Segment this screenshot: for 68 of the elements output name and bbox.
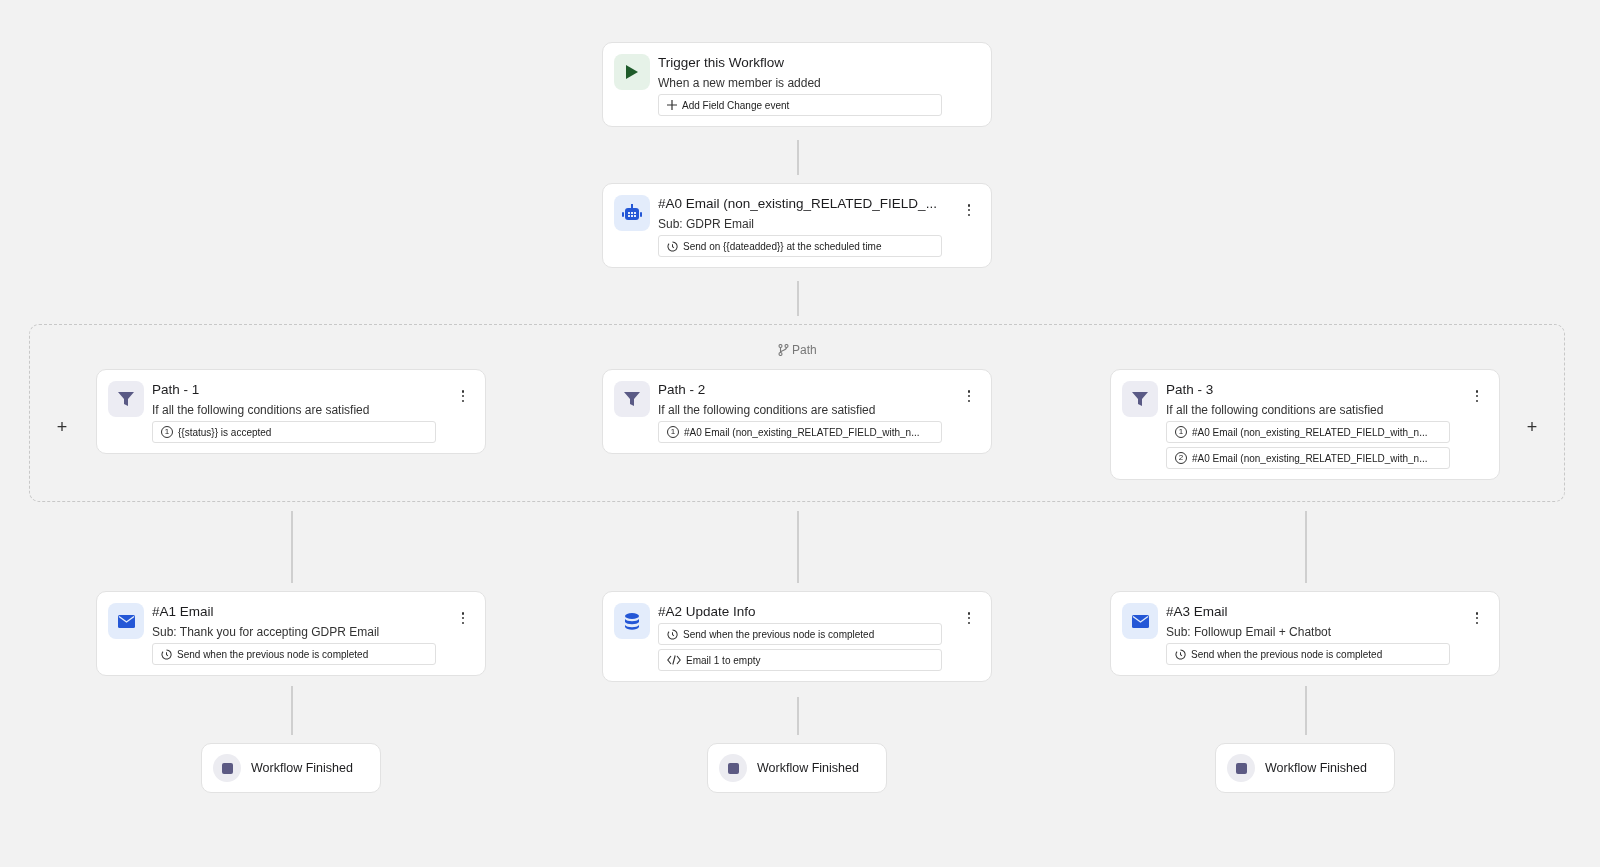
node-title: Path - 3 — [1166, 382, 1214, 397]
play-icon — [625, 64, 639, 80]
node-detail-chip[interactable]: Send on {{dateadded}} at the scheduled time — [658, 235, 942, 257]
workflow-node-card[interactable]: Trigger this Workflow When a new member is added Add Field Change event — [602, 42, 992, 127]
connector-line — [797, 140, 799, 175]
database-icon — [625, 612, 639, 630]
end-label: Workflow Finished — [251, 761, 353, 775]
workflow-node-card[interactable]: Path - 2 If all the following conditions are satisfied 1 #A0 Email (non_existing_RELATED_FIELD_with_n... — [602, 369, 992, 454]
stop-icon — [719, 754, 747, 782]
filter-icon — [118, 391, 134, 407]
timer-icon — [667, 240, 678, 252]
connector-line — [1305, 511, 1307, 583]
filter-icon — [1132, 391, 1148, 407]
node-detail-chip[interactable]: Add Field Change event — [658, 94, 942, 116]
path-label: Path — [792, 343, 817, 357]
node-subtitle: Sub: GDPR Email — [658, 217, 755, 231]
filter-icon — [624, 391, 640, 407]
node-title: #A3 Email — [1166, 604, 1228, 619]
node-detail-chip[interactable]: Send when the previous node is completed — [152, 643, 436, 665]
node-subtitle: When a new member is added — [658, 76, 821, 90]
workflow-node-card[interactable]: Path - 1 If all the following conditions are satisfied 1 {{status}} is accepted — [96, 369, 486, 454]
node-detail-chip[interactable]: Send when the previous node is completed — [1166, 643, 1450, 665]
code-icon — [667, 655, 681, 665]
robot-icon — [622, 204, 642, 222]
plus-icon — [667, 100, 677, 110]
end-label: Workflow Finished — [1265, 761, 1367, 775]
workflow-finished-node[interactable]: Workflow Finished — [201, 743, 381, 793]
node-title: #A2 Update Info — [658, 604, 756, 619]
mail-icon — [1131, 614, 1149, 628]
workflow-node-card[interactable]: #A3 Email Sub: Followup Email + Chatbot Send when the previous node is completed — [1110, 591, 1500, 676]
workflow-node-card[interactable]: #A1 Email Sub: Thank you for accepting GDPR Email Send when the previous node is completed — [96, 591, 486, 676]
node-subtitle: Sub: Followup Email + Chatbot — [1166, 625, 1332, 639]
node-subtitle: Sub: Thank you for accepting GDPR Email — [152, 625, 380, 639]
node-title: Trigger this Workflow — [658, 55, 785, 70]
workflow-finished-node[interactable]: Workflow Finished — [1215, 743, 1395, 793]
node-detail-chip[interactable]: 1 {{status}} is accepted — [152, 421, 436, 443]
connector-line — [291, 511, 293, 583]
end-label: Workflow Finished — [757, 761, 859, 775]
node-subtitle: If all the following conditions are satisfied — [152, 403, 370, 417]
workflow-node-card[interactable]: #A2 Update Info Send when the previous node is completed Email 1 to empty — [602, 591, 992, 682]
node-detail-chip[interactable]: 1 #A0 Email (non_existing_RELATED_FIELD_with_n... — [658, 421, 942, 443]
node-title: Path - 2 — [658, 382, 706, 397]
stop-icon — [213, 754, 241, 782]
mail-icon — [117, 614, 135, 628]
node-detail-chip[interactable]: Email 1 to empty — [658, 649, 942, 671]
timer-icon — [667, 628, 678, 640]
connector-line — [291, 686, 293, 735]
add-path-button[interactable]: + — [1522, 415, 1542, 439]
workflow-node-card[interactable]: #A0 Email (non_existing_RELATED_FIELD_... Sub: GDPR Email Send on {{dateadded}} at the scheduled time — [602, 183, 992, 268]
node-title: #A1 Email — [152, 604, 214, 619]
connector-line — [797, 511, 799, 583]
workflow-node-card[interactable]: Path - 3 If all the following conditions are satisfied 1 #A0 Email (non_existing_RELATED_FIELD_with_n... 2 #A0 Email (non_existing_RELATED_FIELD_with_n... — [1110, 369, 1500, 480]
node-subtitle: If all the following conditions are satisfied — [1166, 403, 1384, 417]
node-title: #A0 Email (non_existing_RELATED_FIELD_... — [658, 196, 937, 211]
timer-icon — [161, 648, 172, 660]
branch-icon — [778, 344, 789, 356]
workflow-finished-node[interactable]: Workflow Finished — [707, 743, 887, 793]
connector-line — [1305, 686, 1307, 735]
connector-line — [797, 281, 799, 316]
connector-line — [797, 697, 799, 735]
stop-icon — [1227, 754, 1255, 782]
node-title: Path - 1 — [152, 382, 200, 397]
node-detail-chip[interactable]: 1 #A0 Email (non_existing_RELATED_FIELD_with_n... — [1166, 421, 1450, 443]
node-detail-chip[interactable]: 2 #A0 Email (non_existing_RELATED_FIELD_with_n... — [1166, 447, 1450, 469]
add-path-button[interactable]: + — [52, 415, 72, 439]
node-subtitle: If all the following conditions are satisfied — [658, 403, 876, 417]
timer-icon — [1175, 648, 1186, 660]
node-detail-chip[interactable]: Send when the previous node is completed — [658, 623, 942, 645]
